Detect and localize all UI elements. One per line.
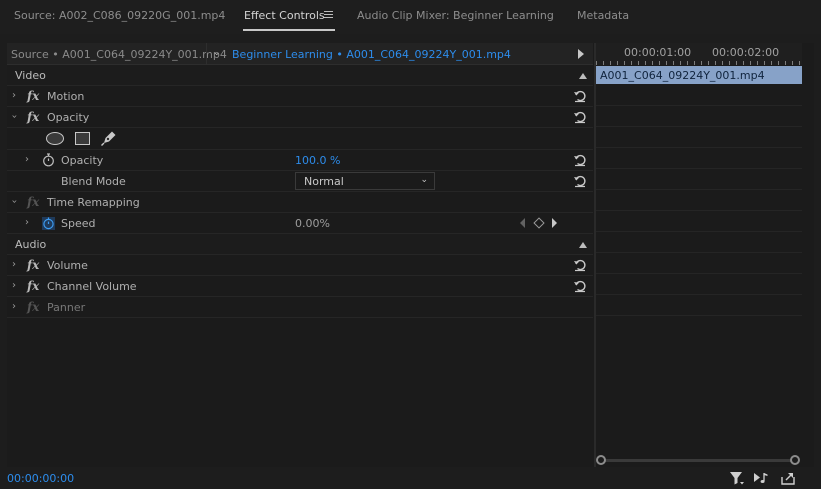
timeline-clip[interactable]: A001_C064_09224Y_001.mp4 — [596, 66, 802, 84]
play-clip-icon[interactable] — [578, 49, 584, 59]
sequence-clip-label[interactable]: Beginner Learning • A001_C064_09224Y_001… — [232, 48, 511, 61]
effect-label-motion: Motion — [47, 90, 85, 103]
reset-icon[interactable] — [573, 110, 587, 124]
effect-row-motion: › fx Motion — [7, 86, 593, 107]
stopwatch-icon[interactable] — [42, 216, 55, 230]
effect-label-panner: Panner — [47, 301, 86, 314]
effect-list: Video › fx Motion › fx Opacity › Opacity… — [7, 65, 593, 318]
audio-section-label: Audio — [15, 238, 47, 251]
panel-tab-bar: Source: A002_C086_09220G_001.mp4 Effect … — [0, 0, 821, 34]
tab-source[interactable]: Source: A002_C086_09220G_001.mp4 — [14, 9, 225, 22]
ellipse-mask-icon[interactable] — [46, 132, 64, 145]
export-icon[interactable] — [780, 470, 796, 486]
fx-icon[interactable]: fx — [27, 258, 39, 272]
ruler-ticks — [596, 61, 802, 65]
fx-icon[interactable]: fx — [27, 89, 39, 103]
reset-icon[interactable] — [573, 258, 587, 272]
scrollbar-track[interactable] — [602, 459, 794, 462]
blend-mode-value: Normal — [304, 175, 344, 188]
param-label-blend-mode: Blend Mode — [61, 175, 126, 188]
effect-row-panner: › fx Panner — [7, 297, 593, 318]
filter-icon[interactable] — [729, 470, 745, 486]
param-label-speed: Speed — [61, 217, 96, 230]
collapse-up-icon[interactable] — [579, 73, 587, 79]
effect-row-opacity: › fx Opacity — [7, 107, 593, 128]
chevron-down-icon[interactable]: ⌄ — [213, 48, 221, 58]
chevron-right-icon[interactable]: › — [12, 280, 16, 291]
effect-row-channel-volume: › fx Channel Volume — [7, 276, 593, 297]
chevron-down-icon: ⌄ — [420, 175, 428, 185]
effect-label-opacity: Opacity — [47, 111, 90, 124]
tab-audio-clip-mixer[interactable]: Audio Clip Mixer: Beginner Learning — [357, 9, 554, 22]
effect-row-volume: › fx Volume — [7, 255, 593, 276]
fx-icon: fx — [27, 195, 40, 209]
effect-label-time-remapping: Time Remapping — [47, 196, 140, 209]
add-keyframe-icon[interactable] — [533, 217, 545, 229]
active-tab-indicator — [243, 29, 335, 31]
current-timecode[interactable]: 00:00:00:00 — [7, 472, 74, 485]
reset-icon[interactable] — [573, 89, 587, 103]
param-label-opacity: Opacity — [61, 154, 104, 167]
timeline-keyframe-area[interactable] — [596, 85, 802, 317]
fx-icon: fx — [27, 300, 40, 314]
ruler-timecode: 00:00:02:00 — [712, 46, 780, 59]
chevron-right-icon[interactable]: › — [12, 301, 16, 312]
param-row-opacity: › Opacity 100.0 % — [7, 150, 593, 171]
video-section-header: Video — [7, 65, 593, 86]
source-clip-label[interactable]: Source • A001_C064_09224Y_001.mp4 — [11, 48, 227, 61]
scrollbar-end-handle[interactable] — [790, 455, 800, 465]
panel-menu-icon[interactable] — [324, 11, 333, 19]
rectangle-mask-icon[interactable] — [75, 132, 90, 145]
timeline-zoom-scrollbar[interactable] — [596, 454, 802, 466]
clip-header: Source • A001_C064_09224Y_001.mp4 ⌄ Begi… — [7, 43, 593, 65]
ruler-timecode: 00:00:01:00 — [624, 46, 692, 59]
stopwatch-icon[interactable] — [42, 153, 55, 167]
fx-icon[interactable]: fx — [27, 110, 39, 124]
tab-metadata[interactable]: Metadata — [577, 9, 629, 22]
fx-icon[interactable]: fx — [27, 279, 39, 293]
previous-keyframe-icon[interactable] — [520, 218, 525, 228]
opacity-value[interactable]: 100.0 % — [295, 154, 340, 167]
reset-icon[interactable] — [573, 174, 587, 188]
effect-label-volume: Volume — [47, 259, 88, 272]
chevron-right-icon[interactable]: › — [12, 259, 16, 270]
next-keyframe-icon[interactable] — [552, 218, 557, 228]
scrollbar-start-handle[interactable] — [596, 455, 606, 465]
header-divider — [206, 43, 207, 65]
video-section-label: Video — [15, 69, 46, 82]
chevron-right-icon[interactable]: › — [25, 154, 29, 165]
play-audio-only-icon[interactable] — [753, 470, 769, 486]
effect-label-channel-volume: Channel Volume — [47, 280, 137, 293]
tab-effect-controls[interactable]: Effect Controls — [244, 9, 325, 22]
reset-icon[interactable] — [573, 279, 587, 293]
chevron-down-icon[interactable]: › — [9, 200, 20, 204]
pen-mask-icon[interactable] — [100, 130, 117, 147]
chevron-right-icon[interactable]: › — [25, 217, 29, 228]
mask-tools-row — [7, 128, 593, 150]
collapse-up-icon[interactable] — [579, 242, 587, 248]
effect-row-time-remapping: › fx Time Remapping — [7, 192, 593, 213]
speed-value[interactable]: 0.00% — [295, 217, 330, 230]
chevron-right-icon[interactable]: › — [12, 90, 16, 101]
blend-mode-select[interactable]: Normal ⌄ — [295, 172, 435, 190]
timeline-clip-name: A001_C064_09224Y_001.mp4 — [600, 69, 765, 82]
chevron-down-icon[interactable]: › — [9, 115, 20, 119]
param-row-speed: › Speed 0.00% — [7, 213, 593, 234]
audio-section-header: Audio — [7, 234, 593, 255]
param-row-blend-mode: Blend Mode Normal ⌄ — [7, 171, 593, 192]
reset-icon[interactable] — [573, 153, 587, 167]
time-ruler[interactable]: 00:00:01:00 00:00:02:00 — [596, 43, 802, 65]
